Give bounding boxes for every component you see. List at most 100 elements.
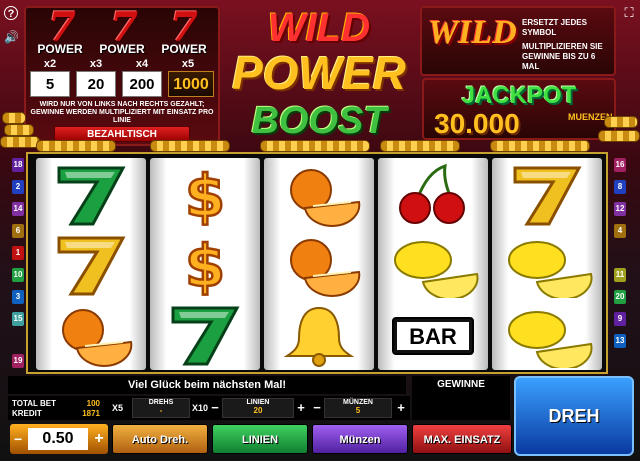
- wild-info-panel: WILD ERSETZT JEDES SYMBOL MULTIPLIZIEREN…: [420, 6, 616, 76]
- muenzen-plus-button[interactable]: +: [396, 400, 406, 416]
- reel-1: [36, 158, 146, 370]
- logo-power: POWER: [232, 47, 406, 99]
- kredit-label: KREDIT: [12, 409, 42, 418]
- reel-4: BAR: [378, 158, 488, 370]
- coin-pile: [604, 116, 638, 128]
- muenzen-minus-button[interactable]: −: [312, 400, 322, 416]
- cherries-symbol: [383, 162, 483, 228]
- multiplier-label: x3: [89, 58, 103, 70]
- stake-control: − 0.50 +: [10, 424, 108, 454]
- wild-text-1: ERSETZT JEDES SYMBOL: [522, 18, 587, 37]
- stats-bar: TOTAL BET 100 KREDIT 1871 X5 DREHS - X10…: [8, 396, 410, 420]
- paytable-panel: 7 7 7 POWER POWER POWER x2 x3 x4 x5 5 20…: [24, 6, 220, 146]
- sound-icon[interactable]: 🔊: [4, 30, 19, 44]
- drehs-box: DREHS -: [132, 398, 190, 418]
- payline-marker[interactable]: 2: [12, 180, 24, 194]
- lemon-symbol: [497, 232, 597, 301]
- seven-icon: 7: [110, 4, 138, 51]
- payline-marker[interactable]: 15: [12, 312, 24, 326]
- payline-marker[interactable]: 6: [12, 224, 24, 238]
- coin-pile: [380, 140, 460, 152]
- drehs-value: -: [159, 406, 163, 415]
- seven-gold-symbol: [497, 162, 597, 228]
- orange-symbol: [41, 302, 141, 368]
- reel-5: [492, 158, 602, 371]
- reel-frame: $ $ BAR: [26, 152, 608, 374]
- help-icon[interactable]: ?: [4, 6, 18, 20]
- stake-plus-button[interactable]: +: [92, 428, 106, 450]
- dollar-symbol: $: [155, 161, 255, 232]
- power-label: POWER: [37, 42, 83, 56]
- spin-button[interactable]: DREH: [514, 376, 634, 456]
- muenzen-box: MÜNZEN 5: [324, 398, 392, 418]
- wild-description: ERSETZT JEDES SYMBOL MULTIPLIZIEREN SIE …: [522, 18, 614, 72]
- payline-marker[interactable]: 8: [614, 180, 626, 194]
- lemon-symbol: [497, 302, 597, 371]
- payline-marker[interactable]: 13: [614, 334, 626, 348]
- coin-pile: [150, 140, 230, 152]
- lemon-symbol: [383, 232, 483, 301]
- payline-marker[interactable]: 18: [12, 158, 24, 172]
- jackpot-title: JACKPOT: [461, 82, 577, 109]
- paytable-sevens: 7 7 7: [26, 4, 218, 51]
- payline-marker[interactable]: 19: [12, 354, 24, 368]
- seven-icon: 7: [48, 4, 76, 51]
- fullscreen-icon[interactable]: ⛶: [622, 6, 636, 20]
- total-bet-value: 100: [86, 399, 100, 408]
- payline-marker[interactable]: 12: [614, 202, 626, 216]
- auto-spin-button[interactable]: Auto Dreh.: [112, 424, 208, 454]
- payline-marker[interactable]: 16: [614, 158, 626, 172]
- reel-2: $ $: [150, 158, 260, 370]
- payout-value-top: 1000: [168, 71, 214, 97]
- svg-text:$: $: [185, 232, 225, 298]
- payline-marker[interactable]: 3: [12, 290, 24, 304]
- seven-icon: 7: [170, 4, 198, 51]
- linien-box: LINIEN 20: [222, 398, 294, 418]
- payline-marker[interactable]: 14: [12, 202, 24, 216]
- svg-text:$: $: [185, 162, 225, 228]
- multiplier-label: x2: [43, 58, 57, 70]
- wild-symbol-title: WILD: [428, 14, 517, 51]
- jackpot-panel: JACKPOT 30.000 MUENZEN: [422, 78, 616, 140]
- game-logo: WILD POWER BOOST: [224, 4, 414, 146]
- payout-value: 200: [122, 71, 162, 97]
- payline-marker[interactable]: 9: [614, 312, 626, 326]
- muenzen-label: MÜNZEN: [343, 399, 373, 406]
- coin-pile: [260, 140, 370, 152]
- linien-value: 20: [253, 406, 263, 415]
- seven-green-symbol: [41, 162, 141, 228]
- muenzen-button[interactable]: Münzen: [312, 424, 408, 454]
- power-label: POWER: [161, 42, 207, 56]
- bar-label: BAR: [409, 324, 457, 349]
- logo-wild: WILD: [267, 6, 371, 50]
- stake-minus-button[interactable]: −: [14, 430, 26, 448]
- paytable-note: WIRD NUR VON LINKS NACH RECHTS GEZAHLT; …: [30, 101, 214, 124]
- payline-marker[interactable]: 10: [12, 268, 24, 282]
- linien-plus-button[interactable]: +: [296, 400, 306, 416]
- seven-gold-symbol: [41, 232, 141, 298]
- multiplier-label: x5: [181, 58, 195, 70]
- coin-pile: [36, 140, 116, 152]
- total-bet-label: TOTAL BET: [12, 399, 56, 408]
- coin-pile: [598, 130, 640, 142]
- coin-pile: [2, 112, 26, 124]
- max-bet-button[interactable]: MAX. EINSATZ: [412, 424, 512, 454]
- drehs-label: DREHS: [148, 399, 174, 406]
- payline-marker[interactable]: 1: [12, 246, 24, 260]
- linien-minus-button[interactable]: −: [210, 400, 220, 416]
- payline-marker[interactable]: 4: [614, 224, 626, 238]
- bar-symbol: BAR: [383, 302, 483, 368]
- seven-green-symbol: [155, 302, 255, 368]
- payline-marker[interactable]: 20: [614, 290, 626, 304]
- win-label: GEWINNE: [437, 379, 485, 390]
- power-label: POWER: [99, 42, 145, 56]
- kredit-value: 1871: [82, 409, 100, 418]
- payout-value: 5: [30, 71, 70, 97]
- linien-label: LINIEN: [246, 399, 270, 406]
- payout-value: 20: [76, 71, 116, 97]
- orange-symbol: [269, 162, 369, 228]
- payline-marker[interactable]: 11: [614, 268, 626, 282]
- linien-button[interactable]: LINIEN: [212, 424, 308, 454]
- x10-label: X10: [192, 403, 209, 413]
- control-bar: − 0.50 + Auto Dreh. LINIEN Münzen MAX. E…: [6, 422, 512, 458]
